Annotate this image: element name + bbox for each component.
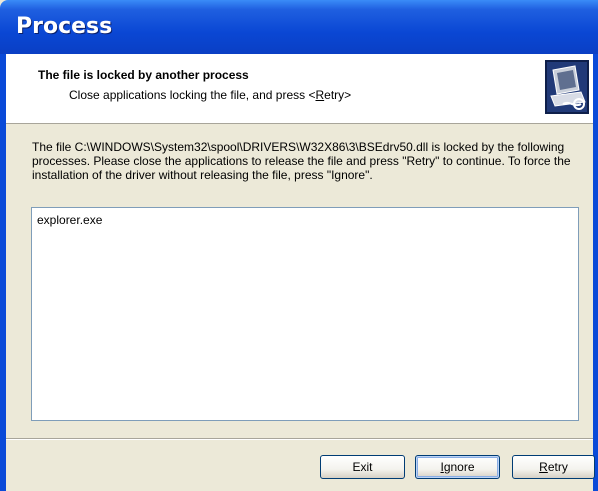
header-panel: The file is locked by another process Cl…	[6, 54, 593, 124]
process-list[interactable]: explorer.exe	[31, 207, 579, 421]
header-subtitle: Close applications locking the file, and…	[69, 88, 352, 102]
title-bar[interactable]: Process	[0, 0, 598, 54]
retry-button[interactable]: Retry	[512, 455, 595, 479]
ignore-button[interactable]: Ignore	[415, 455, 500, 479]
exit-button[interactable]: Exit	[320, 455, 405, 479]
button-divider	[6, 438, 593, 440]
list-item[interactable]: explorer.exe	[37, 213, 102, 227]
computer-setup-icon	[545, 60, 589, 114]
header-title: The file is locked by another process	[38, 68, 249, 82]
window-title: Process	[16, 14, 113, 39]
window-frame-right	[593, 54, 598, 491]
locked-file-description: The file C:\WINDOWS\System32\spool\DRIVE…	[32, 140, 571, 182]
